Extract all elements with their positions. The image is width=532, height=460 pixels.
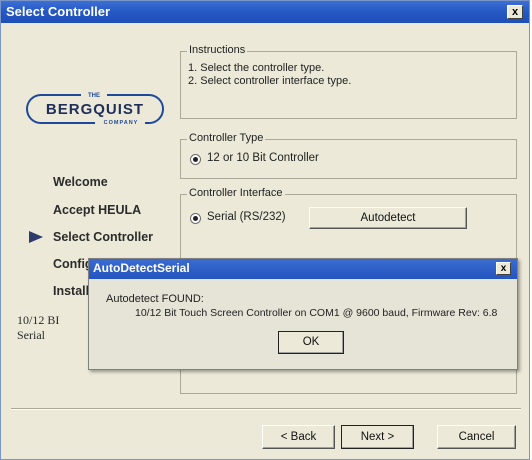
instructions-title: Instructions — [187, 44, 248, 56]
sidebar-item-install: Install — [53, 284, 90, 298]
select-controller-window: Select Controller x THE BERGQUIST COMPAN… — [0, 0, 530, 460]
logo-the-text: THE — [88, 93, 100, 99]
instructions-line1: 1. Select the controller type. — [188, 62, 325, 74]
controller-type-option-label[interactable]: 12 or 10 Bit Controller — [207, 152, 319, 164]
dialog-message-line2: 10/12 Bit Touch Screen Controller on COM… — [135, 307, 498, 319]
sidebar-status-line2: Serial — [17, 328, 45, 342]
bergquist-logo: THE BERGQUIST COMPANY — [26, 90, 164, 126]
instructions-group: Instructions 1. Select the controller ty… — [180, 44, 517, 119]
controller-type-group: Controller Type 12 or 10 Bit Controller — [180, 132, 517, 179]
serial-radio[interactable] — [190, 213, 201, 224]
autodetect-serial-dialog: AutoDetectSerial x Autodetect FOUND: 10/… — [88, 258, 518, 370]
dialog-close-button[interactable]: x — [496, 262, 511, 275]
controller-interface-title: Controller Interface — [187, 187, 285, 199]
footer-separator — [11, 408, 521, 410]
window-close-button[interactable]: x — [507, 5, 523, 19]
sidebar-status-line1: 10/12 BI — [17, 313, 60, 327]
radio-selected-dot — [193, 216, 198, 221]
sidebar-item-accept-heula: Accept HEULA — [53, 203, 142, 217]
next-button[interactable]: Next > — [341, 425, 414, 449]
window-titlebar[interactable]: Select Controller x — [1, 1, 529, 23]
sidebar-item-config: Config — [53, 257, 93, 271]
cancel-button[interactable]: Cancel — [437, 425, 516, 449]
dialog-message-line1: Autodetect FOUND: — [106, 293, 204, 305]
instructions-line2: 2. Select controller interface type. — [188, 75, 352, 87]
autodetect-button[interactable]: Autodetect — [309, 207, 467, 229]
serial-option-label[interactable]: Serial (RS/232) — [207, 211, 286, 223]
logo-company-text: COMPANY — [104, 120, 139, 126]
sidebar-item-select-controller: Select Controller — [53, 230, 154, 244]
controller-type-title: Controller Type — [187, 132, 266, 144]
dialog-title: AutoDetectSerial — [93, 261, 190, 275]
dialog-ok-button[interactable]: OK — [278, 331, 344, 354]
sidebar-item-welcome: Welcome — [53, 175, 108, 189]
back-button[interactable]: < Back — [262, 425, 335, 449]
window-title: Select Controller — [6, 4, 111, 19]
dialog-titlebar[interactable]: AutoDetectSerial x — [89, 259, 517, 279]
radio-selected-dot — [193, 157, 198, 162]
controller-type-radio[interactable] — [190, 154, 201, 165]
arrow-right-icon — [29, 231, 43, 243]
logo-name-text: BERGQUIST — [46, 101, 144, 118]
